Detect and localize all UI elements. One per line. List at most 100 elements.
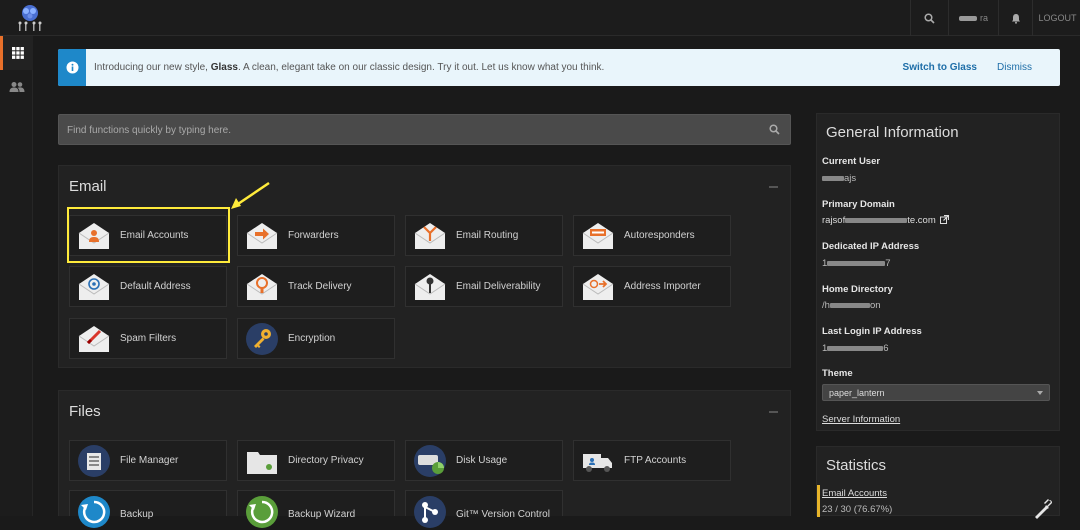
stats-accent-bar (817, 485, 820, 517)
function-search-input[interactable] (67, 122, 757, 138)
tile-label: Spam Filters (120, 333, 177, 344)
general-information-title: General Information (826, 124, 959, 141)
banner-text-before: Introducing our new style, (94, 62, 208, 73)
chevron-down-icon (1037, 391, 1043, 395)
tile-ftp-accounts[interactable]: FTP Accounts (573, 440, 731, 481)
tile-track-delivery[interactable]: Track Delivery (237, 266, 395, 307)
grid-icon (12, 47, 24, 59)
last-login-ip-label: Last Login IP Address (822, 326, 922, 337)
top-bar: ra LOGOUT (0, 0, 1080, 36)
email-panel-title: Email (69, 178, 107, 195)
tile-autoresponders[interactable]: Autoresponders (573, 215, 731, 256)
banner-text: Introducing our new style, Glass. A clea… (94, 62, 903, 73)
backup-wizard-icon (244, 494, 280, 530)
current-user-label: Current User (822, 156, 881, 167)
default-address-icon (76, 269, 112, 305)
tile-label: Email Routing (456, 230, 519, 241)
home-directory-value: /h on (822, 300, 881, 311)
statistics-panel: Statistics Email Accounts 23 / 30 (76.67… (816, 446, 1060, 519)
redacted-text (829, 302, 870, 308)
tile-email-deliverability[interactable]: Email Deliverability (405, 266, 563, 307)
bell-icon (1011, 13, 1020, 24)
domain-suffix: te.com (907, 215, 936, 226)
theme-select[interactable]: paper_lantern (822, 384, 1050, 401)
domain-prefix: rajsof (822, 215, 846, 226)
highlight-box (67, 207, 230, 263)
home-directory-label: Home Directory (822, 284, 893, 295)
tile-git-version-control[interactable]: Git™ Version Control (405, 490, 563, 528)
banner-icon-box (58, 49, 86, 86)
backup-icon (76, 494, 112, 530)
tile-label: Backup (120, 509, 154, 520)
last-login-ip-value: 16 (822, 343, 889, 354)
search-icon[interactable] (769, 124, 780, 135)
tile-backup-wizard[interactable]: Backup Wizard (237, 490, 395, 528)
stat-value: 23 / 30 (822, 504, 852, 515)
tile-address-importer[interactable]: Address Importer (573, 266, 731, 307)
stat-percent: (76.67%) (853, 504, 893, 515)
sidebar-item-home[interactable] (0, 36, 33, 70)
theme-selected-value: paper_lantern (829, 388, 885, 398)
primary-domain-link[interactable]: rajsof te.com (822, 214, 950, 226)
tile-backup[interactable]: Backup (69, 490, 227, 528)
tile-spam-filters[interactable]: Spam Filters (69, 318, 227, 359)
logout-button[interactable]: LOGOUT (1032, 0, 1080, 36)
tile-label: File Manager (120, 455, 179, 466)
ftp-accounts-icon (580, 443, 616, 479)
tile-label: Autoresponders (624, 230, 695, 241)
tile-disk-usage[interactable]: Disk Usage (405, 440, 563, 481)
dismiss-link[interactable]: Dismiss (997, 62, 1032, 73)
home-dir-suffix: on (869, 300, 881, 311)
top-search-button[interactable] (910, 0, 948, 36)
notifications-button[interactable] (998, 0, 1032, 36)
autoresponders-icon (580, 218, 616, 254)
glass-announcement-banner: Introducing our new style, Glass. A clea… (58, 49, 1060, 86)
tile-label: Encryption (288, 333, 336, 344)
encryption-key-icon (244, 321, 280, 357)
files-collapse-button[interactable] (769, 411, 778, 413)
current-user-value: ajs (822, 173, 856, 184)
left-sidebar (0, 36, 33, 516)
tile-forwarders[interactable]: Forwarders (237, 215, 395, 256)
server-information-link[interactable]: Server Information (822, 414, 900, 425)
statistics-title: Statistics (826, 457, 887, 474)
tile-default-address[interactable]: Default Address (69, 266, 227, 307)
function-search-box (58, 114, 791, 145)
email-deliverability-icon (412, 269, 448, 305)
user-menu[interactable]: ra (948, 0, 998, 36)
tile-label: Email Deliverability (456, 281, 541, 292)
track-delivery-icon (244, 269, 280, 305)
tile-file-manager[interactable]: File Manager (69, 440, 227, 481)
external-link-icon[interactable] (940, 214, 950, 224)
redacted-text (822, 175, 844, 181)
tile-directory-privacy[interactable]: Directory Privacy (237, 440, 395, 481)
tile-email-routing[interactable]: Email Routing (405, 215, 563, 256)
tile-label: Default Address (120, 281, 191, 292)
spam-filters-icon (76, 321, 112, 357)
home-dir-prefix: /h (822, 300, 830, 311)
tile-label: Track Delivery (288, 281, 352, 292)
dedicated-ip-label: Dedicated IP Address (822, 241, 920, 252)
sidebar-item-users[interactable] (0, 70, 33, 104)
email-routing-icon (412, 218, 448, 254)
file-manager-icon (76, 443, 112, 479)
brain-logo-icon[interactable] (12, 2, 48, 34)
email-collapse-button[interactable] (769, 186, 778, 188)
tile-label: Address Importer (624, 281, 701, 292)
redacted-username (959, 15, 977, 21)
tile-label: Disk Usage (456, 455, 508, 466)
tile-label: Git™ Version Control (456, 509, 550, 520)
banner-text-after: . A clean, elegant take on our classic d… (237, 62, 605, 73)
email-accounts-stat-value: 23 / 30 (76.67%) (822, 504, 892, 515)
email-accounts-stat-link[interactable]: Email Accounts (822, 488, 887, 499)
switch-to-glass-link[interactable]: Switch to Glass (903, 62, 977, 73)
git-icon (412, 494, 448, 530)
disk-usage-icon (412, 443, 448, 479)
tile-label: Directory Privacy (288, 455, 364, 466)
theme-label: Theme (822, 368, 853, 379)
tile-encryption[interactable]: Encryption (237, 318, 395, 359)
redacted-text (845, 217, 908, 223)
wrench-icon[interactable] (1031, 499, 1053, 521)
general-information-panel: General Information Current User ajs Pri… (816, 113, 1060, 431)
search-icon (924, 12, 935, 24)
